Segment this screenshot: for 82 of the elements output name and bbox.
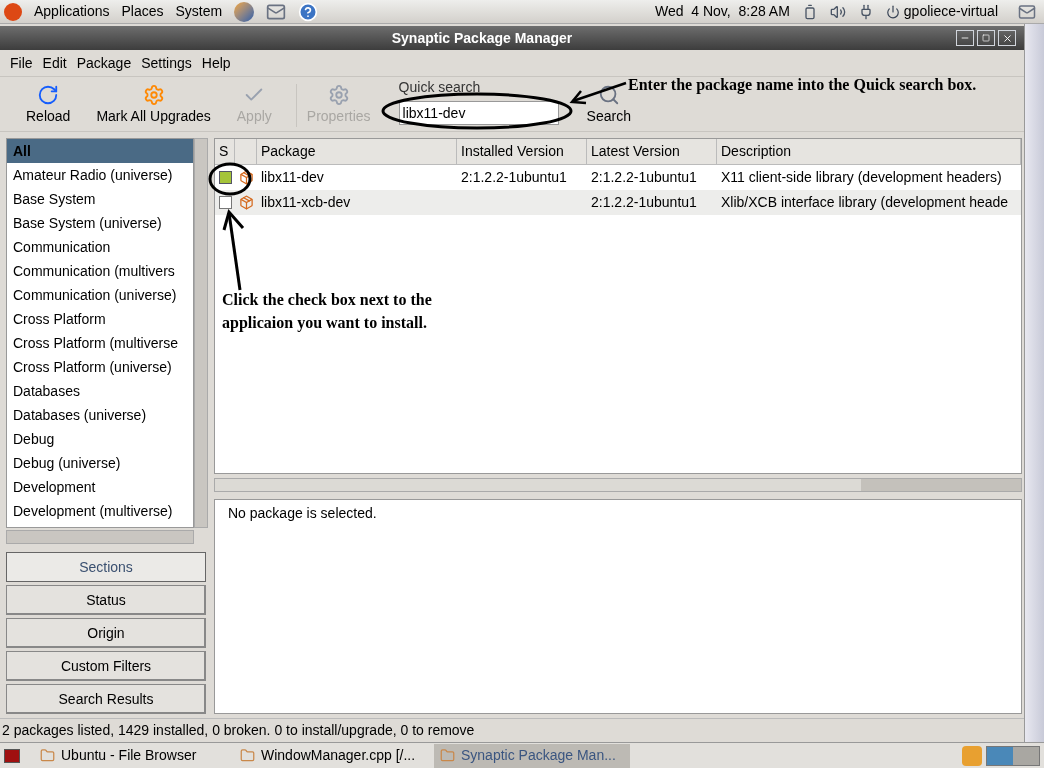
- section-item[interactable]: Base System (universe): [7, 211, 193, 235]
- filter-button[interactable]: Sections: [6, 552, 206, 582]
- workspace-switcher[interactable]: [986, 745, 1040, 766]
- filter-button[interactable]: Origin: [6, 618, 206, 648]
- search-icon: [597, 84, 620, 106]
- minimize-button[interactable]: [956, 30, 974, 46]
- latest-version: 2:1.2.2-1ubuntu1: [591, 194, 697, 210]
- panel-menu[interactable]: Applications: [34, 1, 110, 22]
- section-item[interactable]: Amateur Radio (universe): [7, 163, 193, 187]
- section-item[interactable]: Cross Platform: [7, 307, 193, 331]
- taskbar-button[interactable]: WindowManager.cpp [/...: [234, 743, 430, 768]
- reload-icon: [37, 84, 60, 106]
- taskbar-button[interactable]: Ubuntu - File Browser: [34, 743, 230, 768]
- folder-icon: [440, 748, 455, 763]
- section-item[interactable]: Development (multiverse): [7, 499, 193, 523]
- help-icon[interactable]: [298, 1, 319, 22]
- quick-search-field[interactable]: libx11-dev: [398, 101, 559, 125]
- toolbar-button[interactable]: Mark All Upgrades: [88, 84, 219, 127]
- filter-button[interactable]: Custom Filters: [6, 651, 206, 681]
- column-header[interactable]: Latest Version: [587, 139, 717, 164]
- close-icon: [1001, 32, 1013, 44]
- section-item[interactable]: Communication (universe): [7, 283, 193, 307]
- mail-icon[interactable]: [1018, 2, 1036, 21]
- section-item[interactable]: Base System: [7, 187, 193, 211]
- gear-icon: [327, 84, 350, 106]
- taskbar-button[interactable]: Synaptic Package Man...: [434, 743, 630, 768]
- installed-version: 2:1.2.2-1ubuntu1: [461, 169, 567, 185]
- package-icon: [238, 170, 254, 185]
- maximize-button[interactable]: [977, 30, 995, 46]
- package-name: libx11-dev: [261, 169, 324, 185]
- panel-menu[interactable]: Places: [121, 1, 164, 22]
- latest-version: 2:1.2.2-1ubuntu1: [591, 169, 697, 185]
- toolbar-button[interactable]: Reload: [18, 84, 79, 127]
- annotation-arrow: [569, 81, 627, 105]
- clock[interactable]: Wed 4 Nov, 8:28 AM: [654, 1, 790, 22]
- close-button[interactable]: [998, 30, 1016, 46]
- details-text: No package is selected.: [228, 505, 377, 521]
- panel-menu[interactable]: System: [175, 1, 223, 22]
- section-item[interactable]: Communication: [7, 235, 193, 259]
- checkbox[interactable]: [218, 171, 232, 184]
- menu-item[interactable]: Edit: [42, 52, 67, 74]
- menu-item[interactable]: Help: [201, 52, 231, 74]
- package-description: X11 client-side library (development headers): [721, 169, 1002, 185]
- filter-button[interactable]: Status: [6, 585, 206, 615]
- section-item[interactable]: Cross Platform (universe): [7, 355, 193, 379]
- package-icon: [238, 195, 254, 210]
- power-icon[interactable]: [885, 4, 900, 19]
- folder-icon: [240, 748, 255, 763]
- window-title: Synaptic Package Manager: [391, 29, 573, 46]
- vertical-scrollbar[interactable]: [194, 138, 208, 529]
- section-item[interactable]: Development: [7, 475, 193, 499]
- column-header[interactable]: S: [215, 139, 235, 164]
- volume-icon[interactable]: [829, 3, 846, 20]
- annotation-text: Click the check box next to the applicaion you want to install.: [222, 291, 432, 331]
- section-item[interactable]: Debug (universe): [7, 451, 193, 475]
- highlight-ellipse: [208, 162, 252, 196]
- section-item[interactable]: Cross Platform (multiverse: [7, 331, 193, 355]
- menu-item[interactable]: Settings: [141, 52, 192, 74]
- maximize-icon: [982, 34, 990, 42]
- folder-icon: [40, 748, 55, 763]
- horizontal-scrollbar[interactable]: [6, 530, 194, 544]
- column-header[interactable]: Description: [717, 139, 1021, 164]
- section-item[interactable]: Databases: [7, 379, 193, 403]
- status-text: 2 packages listed, 1429 installed, 0 broken. 0 to install/upgrade, 0 to remove: [2, 721, 475, 740]
- section-item[interactable]: All: [7, 139, 193, 163]
- filter-button[interactable]: Search Results: [6, 684, 206, 714]
- section-item[interactable]: Debug: [7, 427, 193, 451]
- section-item[interactable]: Communication (multivers: [7, 259, 193, 283]
- quick-search-label: Quick search: [398, 80, 482, 95]
- menu-item[interactable]: File: [10, 52, 33, 74]
- column-header[interactable]: Package: [257, 139, 457, 164]
- annotation-text: Enter the package name into the Quick search box.: [628, 76, 977, 93]
- package-name: libx11-xcb-dev: [261, 194, 351, 210]
- section-item[interactable]: Databases (universe): [7, 403, 193, 427]
- vertical-scrollbar[interactable]: [1024, 24, 1044, 742]
- menu-item[interactable]: Package: [76, 52, 132, 74]
- gear-icon: [142, 84, 165, 106]
- horizontal-scrollbar[interactable]: [214, 478, 1022, 492]
- package-description: Xlib/XCB interface library (development heade: [721, 194, 1009, 210]
- column-header[interactable]: Installed Version: [457, 139, 587, 164]
- checkbox[interactable]: [218, 196, 232, 209]
- user-name[interactable]: gpoliece-virtual: [903, 1, 998, 22]
